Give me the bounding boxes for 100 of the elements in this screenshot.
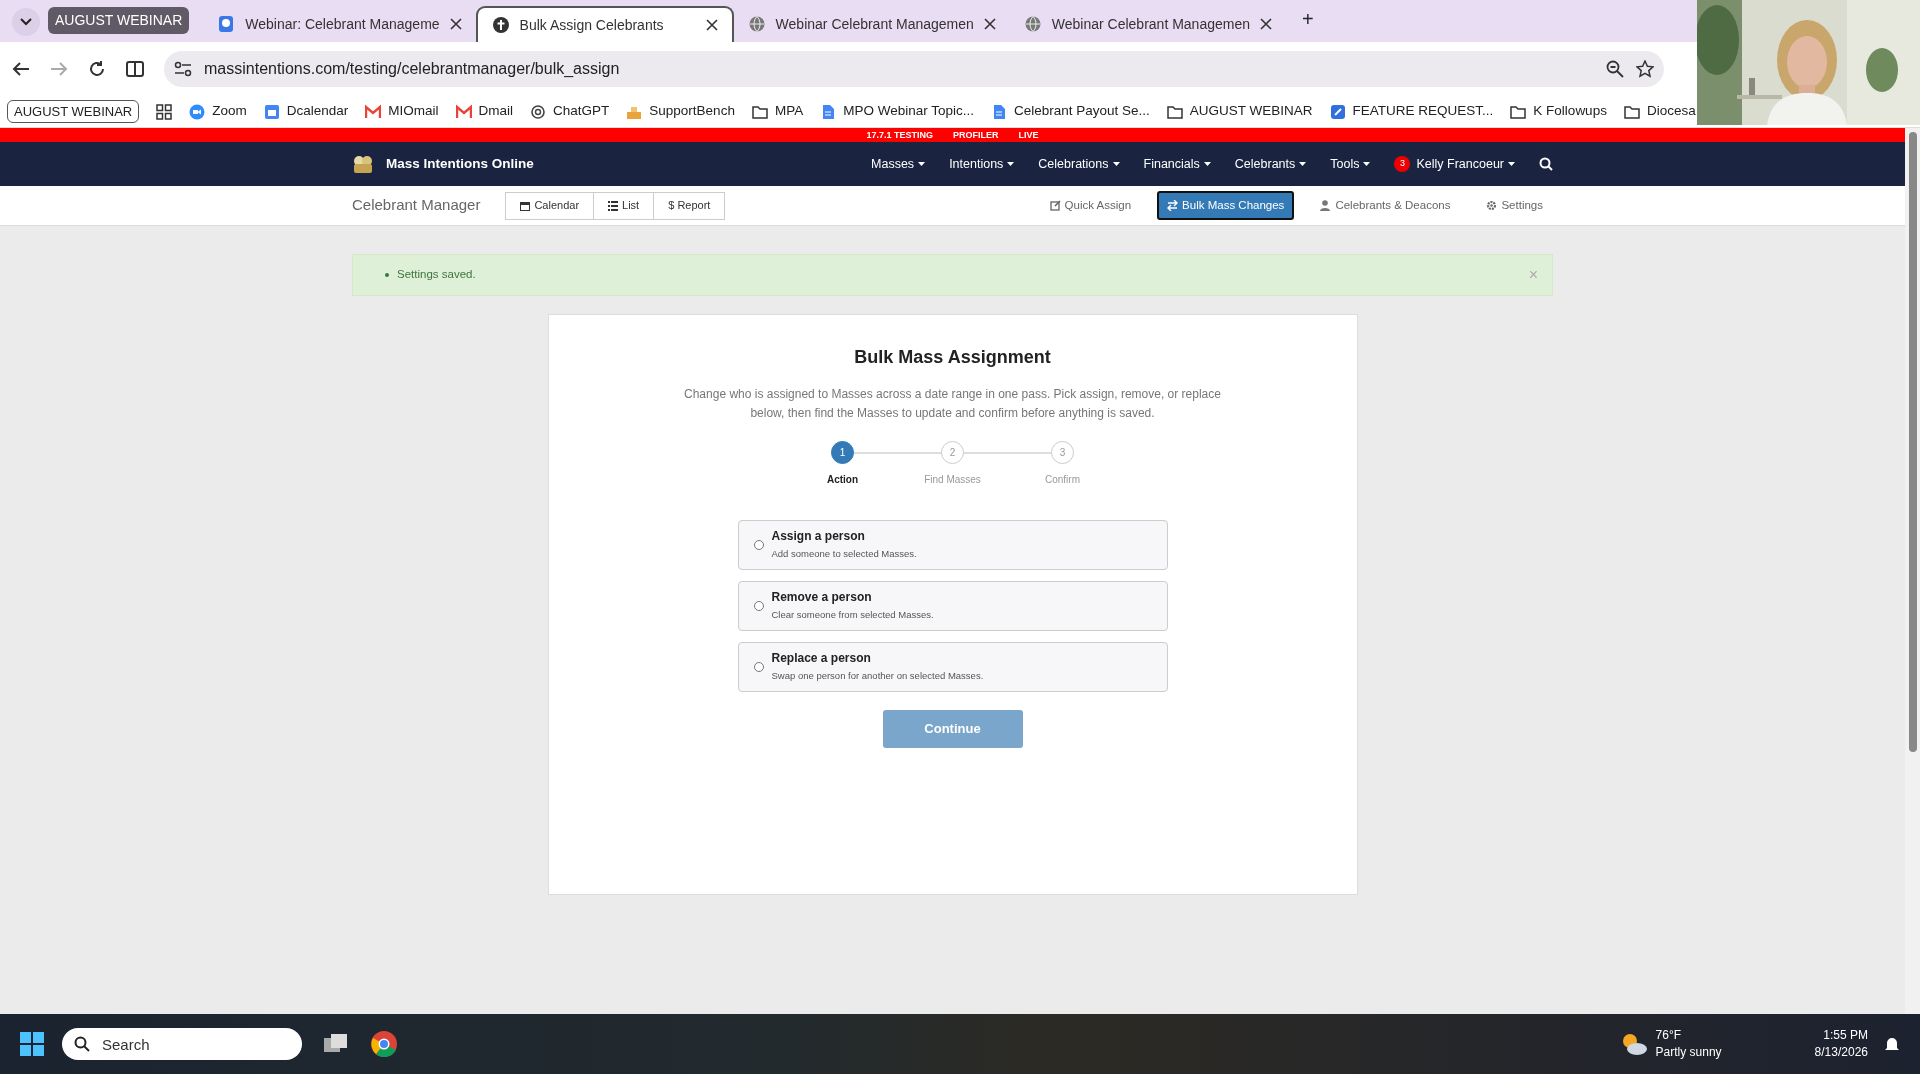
globe-icon: [1023, 15, 1042, 33]
caret-icon: [1508, 162, 1515, 166]
nav-menu[interactable]: Celebrants: [1234, 154, 1307, 174]
caret-icon: [1007, 162, 1015, 166]
bookmark-link[interactable]: ChatGPT: [530, 101, 610, 122]
bookmark-link[interactable]: K Followups: [1510, 101, 1607, 122]
card-title: Bulk Mass Assignment: [854, 347, 1051, 369]
nav-menu[interactable]: Celebrations: [1038, 154, 1120, 174]
option-card[interactable]: Remove a person Clear someone from selected Masses.: [737, 580, 1168, 631]
caret-icon: [918, 162, 926, 166]
browser-tab[interactable]: Webinar Celebrant Managemen: [733, 6, 1010, 42]
notification-bell-icon[interactable]: [1884, 1036, 1900, 1052]
option-card[interactable]: Replace a person Swap one person for another on selected Masses.: [737, 641, 1168, 692]
clock-time: 1:55 PM: [1822, 1027, 1868, 1044]
address-bar[interactable]: massintentions.com/testing/celebrantmanager/bulk_assign: [164, 51, 1664, 87]
gear-icon: [1486, 200, 1498, 211]
bookmark-link[interactable]: Celebrant Payout Se...: [990, 101, 1150, 122]
bookmark-link[interactable]: MIOmail: [365, 101, 439, 122]
cross-icon: [491, 16, 510, 34]
mail-icon: [365, 103, 382, 120]
weather-text: Partly sunny: [1655, 1044, 1722, 1061]
nav-menu[interactable]: Tools: [1330, 154, 1371, 174]
caret-icon: [1203, 162, 1211, 166]
bookmark-link[interactable]: MPO Webinar Topic...: [820, 101, 974, 122]
list-icon: [608, 200, 619, 211]
browser-tab[interactable]: Bulk Assign Celebrants: [475, 6, 734, 42]
close-icon[interactable]: [449, 18, 462, 30]
app-icon: [1329, 103, 1346, 120]
calendar-icon: [520, 200, 531, 211]
step-circle: 2: [941, 440, 964, 464]
bookmark-link[interactable]: Zoom: [189, 101, 247, 122]
nav-link[interactable]: Bulk Mass Changes: [1157, 190, 1295, 221]
nav-link[interactable]: Quick Assign: [1039, 190, 1142, 221]
zoom-icon[interactable]: [1606, 60, 1624, 78]
radio-button[interactable]: [753, 600, 764, 611]
step-circle: 3: [1051, 440, 1074, 464]
nav-link[interactable]: Celebrants & Deacons: [1310, 190, 1461, 221]
clock-date: 8/13/2026: [1814, 1044, 1868, 1061]
bookmark-link[interactable]: AUGUST WEBINAR: [1166, 101, 1313, 122]
new-tab-button[interactable]: +: [1302, 4, 1314, 34]
url-text: massintentions.com/testing/celebrantmanager/bulk_assign: [204, 59, 620, 79]
nav-menu[interactable]: Intentions: [949, 154, 1015, 174]
option-card[interactable]: Assign a person Add someone to selected Masses.: [737, 519, 1168, 570]
apps-grid-icon[interactable]: [156, 103, 173, 120]
bookmark-link[interactable]: Dmail: [455, 101, 514, 122]
radio-button[interactable]: [753, 661, 764, 672]
site-title[interactable]: Mass Intentions Online: [386, 153, 534, 175]
nav-link[interactable]: Settings: [1476, 190, 1553, 221]
page-title: Celebrant Manager: [352, 195, 481, 216]
browser-tab[interactable]: Webinar Celebrant Managemen: [1009, 6, 1286, 42]
option-title: Assign a person: [771, 528, 866, 546]
view-button[interactable]: $ Report: [654, 191, 726, 220]
option-title: Replace a person: [771, 650, 872, 668]
step-label: Action: [826, 472, 859, 487]
site-settings-icon: [174, 61, 192, 77]
calendar-icon: [263, 103, 280, 120]
folder-icon: [1166, 103, 1183, 120]
browser-tab[interactable]: Webinar: Celebrant Manageme: [203, 6, 476, 42]
step-circle: 1: [831, 440, 854, 464]
star-icon[interactable]: [1636, 60, 1654, 78]
caret-icon: [1112, 162, 1120, 166]
view-button[interactable]: List: [594, 191, 655, 220]
split-view-icon[interactable]: [126, 60, 144, 78]
close-icon[interactable]: [1260, 18, 1272, 30]
tab-search-button[interactable]: [12, 8, 40, 36]
scrollbar[interactable]: [1905, 128, 1920, 1014]
search-icon[interactable]: [1539, 157, 1553, 171]
tab-group-label[interactable]: AUGUST WEBINAR: [48, 7, 190, 34]
folder-icon: [751, 103, 768, 120]
environment-label: PROFILER: [953, 129, 999, 142]
radio-button[interactable]: [753, 539, 764, 550]
close-icon[interactable]: [983, 18, 996, 30]
browser-icon[interactable]: [370, 1030, 398, 1058]
bookmark-link[interactable]: SupportBench: [626, 101, 735, 122]
globe-icon: [747, 15, 766, 33]
nav-menu[interactable]: Financials: [1143, 154, 1211, 174]
reload-icon[interactable]: [88, 60, 106, 78]
user-icon: [1320, 200, 1332, 211]
option-title: Remove a person: [771, 589, 873, 607]
bookmark-link[interactable]: FEATURE REQUEST...: [1329, 101, 1494, 122]
bookmark-link[interactable]: Dcalendar: [263, 101, 349, 122]
caret-icon: [1299, 162, 1307, 166]
bookmark-link[interactable]: Diocesa: [1623, 101, 1696, 122]
nav-menu[interactable]: Masses: [871, 154, 926, 174]
chevron-down-icon: [20, 18, 32, 26]
view-button[interactable]: Calendar: [505, 191, 595, 220]
bookmark-link[interactable]: MPA: [751, 101, 804, 122]
taskbar-search-field[interactable]: Search: [62, 1028, 302, 1060]
option-description: Clear someone from selected Masses.: [771, 608, 934, 623]
back-icon[interactable]: [12, 61, 30, 77]
folder-icon: [1623, 103, 1640, 120]
logo-drawing: [352, 154, 374, 174]
bookmark-group-label[interactable]: AUGUST WEBINAR: [7, 99, 140, 124]
mail-icon: [455, 103, 472, 120]
notification-badge: 3: [1394, 156, 1411, 172]
close-icon[interactable]: [705, 19, 718, 31]
task-view-icon[interactable]: [324, 1033, 348, 1055]
temperature-text: 76°F: [1655, 1027, 1683, 1044]
user-menu[interactable]: Kelly Francoeur: [1416, 154, 1515, 174]
windows-logo-icon[interactable]: [20, 1032, 44, 1056]
